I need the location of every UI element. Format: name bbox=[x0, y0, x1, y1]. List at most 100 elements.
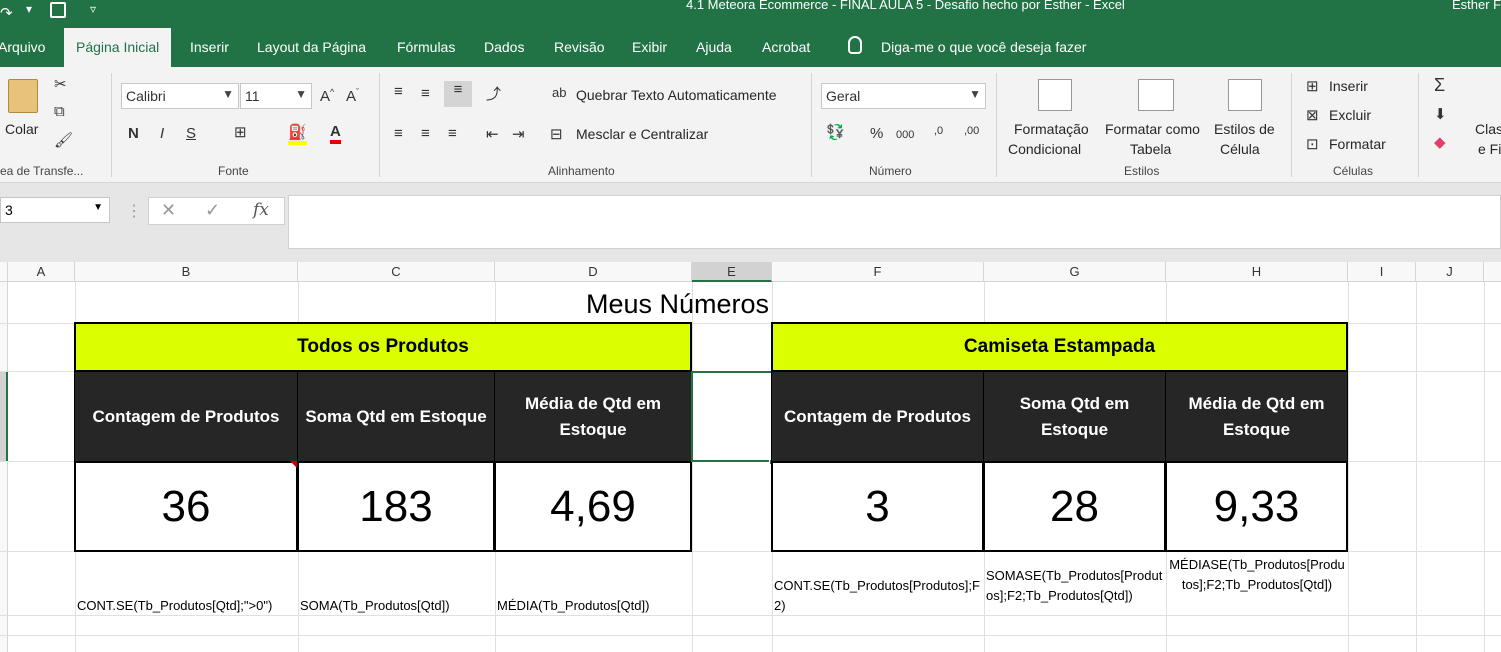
redo-icon[interactable]: ↷ bbox=[0, 4, 13, 22]
conditional-format-button-l2[interactable]: Condicional bbox=[1008, 141, 1081, 157]
sort-filter-button-l2[interactable]: e Fi bbox=[1478, 141, 1501, 157]
fill-color-icon[interactable]: ⛽ bbox=[288, 123, 307, 145]
font-size-select[interactable]: 11 ▼ bbox=[240, 83, 312, 109]
tab-formulas[interactable]: Fórmulas bbox=[397, 39, 455, 55]
right-label-avg[interactable]: Média de Qtd em Estoque bbox=[1165, 371, 1348, 462]
align-left-icon[interactable]: ≡ bbox=[394, 125, 403, 142]
cancel-icon[interactable]: ✕ bbox=[161, 200, 176, 221]
tab-inserir[interactable]: Inserir bbox=[190, 39, 229, 55]
autosum-icon[interactable]: Σ bbox=[1434, 75, 1445, 96]
selected-cell[interactable] bbox=[691, 371, 773, 462]
format-as-table-icon[interactable] bbox=[1138, 79, 1174, 111]
column-header-d[interactable]: D bbox=[495, 262, 692, 282]
increase-indent-icon[interactable]: ⇥ bbox=[512, 125, 525, 143]
worksheet-grid[interactable]: Meus Números Todos os Produtos Contagem … bbox=[0, 282, 1501, 652]
column-header-a[interactable]: A bbox=[8, 262, 75, 282]
column-header-j[interactable]: J bbox=[1416, 262, 1484, 282]
comment-indicator-icon[interactable] bbox=[290, 461, 297, 468]
tab-ajuda[interactable]: Ajuda bbox=[696, 39, 732, 55]
percent-icon[interactable]: % bbox=[870, 125, 883, 142]
right-formula-sum[interactable]: SOMASE(Tb_Produtos[Produtos];F2;Tb_Produ… bbox=[986, 566, 1164, 606]
tell-me-search[interactable]: Diga-me o que você deseja fazer bbox=[881, 39, 1086, 55]
align-center-icon[interactable]: ≡ bbox=[421, 125, 430, 142]
conditional-format-icon[interactable] bbox=[1038, 79, 1072, 111]
left-label-sum[interactable]: Soma Qtd em Estoque bbox=[297, 371, 495, 462]
left-value-count[interactable]: 36 bbox=[74, 461, 298, 552]
align-bottom-icon[interactable]: ≡ bbox=[444, 81, 472, 107]
shrink-font-icon[interactable]: Aˇ bbox=[346, 87, 359, 105]
cut-icon[interactable]: ✂ bbox=[54, 75, 67, 93]
bold-icon[interactable]: N bbox=[128, 125, 139, 142]
align-right-icon[interactable]: ≡ bbox=[448, 125, 457, 142]
merge-center-button[interactable]: Mesclar e Centralizar bbox=[576, 126, 708, 142]
left-value-sum[interactable]: 183 bbox=[297, 461, 495, 552]
row-header-selected[interactable] bbox=[0, 372, 8, 462]
left-formula-avg[interactable]: MÉDIA(Tb_Produtos[Qtd]) bbox=[497, 596, 649, 616]
column-header-c[interactable]: C bbox=[298, 262, 495, 282]
paste-icon[interactable] bbox=[8, 79, 38, 113]
right-block-header[interactable]: Camiseta Estampada bbox=[771, 322, 1348, 372]
cell-styles-icon[interactable] bbox=[1228, 79, 1262, 111]
align-top-icon[interactable]: ≡ bbox=[394, 83, 403, 100]
tab-revisao[interactable]: Revisão bbox=[554, 39, 605, 55]
decrease-decimal-icon[interactable]: ,00 bbox=[964, 125, 979, 137]
name-box[interactable]: 3 ▼ bbox=[0, 197, 110, 223]
column-header-b[interactable]: B bbox=[75, 262, 298, 282]
right-value-avg[interactable]: 9,33 bbox=[1165, 461, 1348, 552]
right-formula-avg[interactable]: MÉDIASE(Tb_Produtos[Produtos];F2;Tb_Prod… bbox=[1168, 555, 1346, 595]
underline-icon[interactable]: S bbox=[186, 125, 196, 142]
tab-arquivo[interactable]: Arquivo bbox=[0, 39, 45, 55]
left-value-avg[interactable]: 4,69 bbox=[494, 461, 692, 552]
right-value-sum[interactable]: 28 bbox=[983, 461, 1166, 552]
left-label-count[interactable]: Contagem de Produtos bbox=[74, 371, 298, 462]
insert-cells-button[interactable]: Inserir bbox=[1329, 78, 1368, 94]
currency-icon[interactable]: 💱 bbox=[826, 123, 845, 141]
format-as-table-button[interactable]: Formatar como bbox=[1105, 121, 1200, 137]
customize-toolbar-icon[interactable]: ▿ bbox=[90, 2, 96, 16]
insert-function-icon[interactable]: fx bbox=[253, 200, 269, 220]
tab-exibir[interactable]: Exibir bbox=[632, 39, 667, 55]
chevron-down-icon[interactable]: ▾ bbox=[26, 2, 32, 16]
orientation-icon[interactable]: ⤴ bbox=[486, 83, 501, 104]
column-header-h[interactable]: H bbox=[1166, 262, 1348, 282]
thousands-separator-icon[interactable]: 000 bbox=[896, 129, 914, 141]
tab-layout-da-pagina[interactable]: Layout da Página bbox=[257, 39, 366, 55]
format-as-table-button-l2[interactable]: Tabela bbox=[1130, 141, 1171, 157]
left-formula-count[interactable]: CONT.SE(Tb_Produtos[Qtd];">0") bbox=[77, 596, 272, 616]
delete-cells-button[interactable]: Excluir bbox=[1329, 107, 1371, 123]
font-color-icon[interactable]: A bbox=[330, 123, 341, 144]
left-block-header[interactable]: Todos os Produtos bbox=[74, 322, 692, 372]
align-middle-icon[interactable]: ≡ bbox=[421, 85, 430, 102]
borders-icon[interactable]: ⊞ bbox=[234, 123, 247, 141]
right-formula-count[interactable]: CONT.SE(Tb_Produtos[Produtos];F2) bbox=[774, 576, 982, 616]
right-label-sum[interactable]: Soma Qtd em Estoque bbox=[983, 371, 1166, 462]
decrease-indent-icon[interactable]: ⇤ bbox=[486, 125, 499, 143]
enter-icon[interactable]: ✓ bbox=[205, 200, 220, 221]
tab-dados[interactable]: Dados bbox=[484, 39, 524, 55]
sheet-title[interactable]: Meus Números bbox=[75, 284, 1280, 324]
left-label-avg[interactable]: Média de Qtd em Estoque bbox=[494, 371, 692, 462]
right-value-count[interactable]: 3 bbox=[771, 461, 984, 552]
format-cells-button[interactable]: Formatar bbox=[1329, 136, 1386, 152]
conditional-format-button[interactable]: Formatação bbox=[1014, 121, 1089, 137]
font-name-select[interactable]: Calibri ▼ bbox=[121, 83, 239, 109]
sort-filter-button[interactable]: Clas bbox=[1475, 121, 1501, 137]
fill-icon[interactable]: ⬇ bbox=[1434, 105, 1447, 123]
format-painter-icon[interactable]: 🖌 bbox=[54, 131, 73, 149]
wrap-text-button[interactable]: Quebrar Texto Automaticamente bbox=[576, 87, 777, 103]
tab-pagina-inicial[interactable]: Página Inicial bbox=[64, 28, 172, 67]
column-header-i[interactable]: I bbox=[1348, 262, 1416, 282]
cell-styles-button[interactable]: Estilos de bbox=[1214, 121, 1275, 137]
right-label-count[interactable]: Contagem de Produtos bbox=[771, 371, 984, 462]
grow-font-icon[interactable]: A^ bbox=[320, 87, 334, 105]
user-name[interactable]: Esther F bbox=[1452, 0, 1501, 12]
column-header-e[interactable]: E bbox=[692, 262, 772, 282]
tab-acrobat[interactable]: Acrobat bbox=[762, 39, 810, 55]
cell-styles-button-l2[interactable]: Célula bbox=[1220, 141, 1260, 157]
select-all-corner[interactable] bbox=[0, 262, 8, 282]
increase-decimal-icon[interactable]: ,0 bbox=[934, 125, 943, 137]
column-header-f[interactable]: F bbox=[772, 262, 984, 282]
clear-icon[interactable]: ◆ bbox=[1434, 133, 1446, 151]
save-icon[interactable] bbox=[50, 2, 66, 18]
left-formula-sum[interactable]: SOMA(Tb_Produtos[Qtd]) bbox=[300, 596, 450, 616]
